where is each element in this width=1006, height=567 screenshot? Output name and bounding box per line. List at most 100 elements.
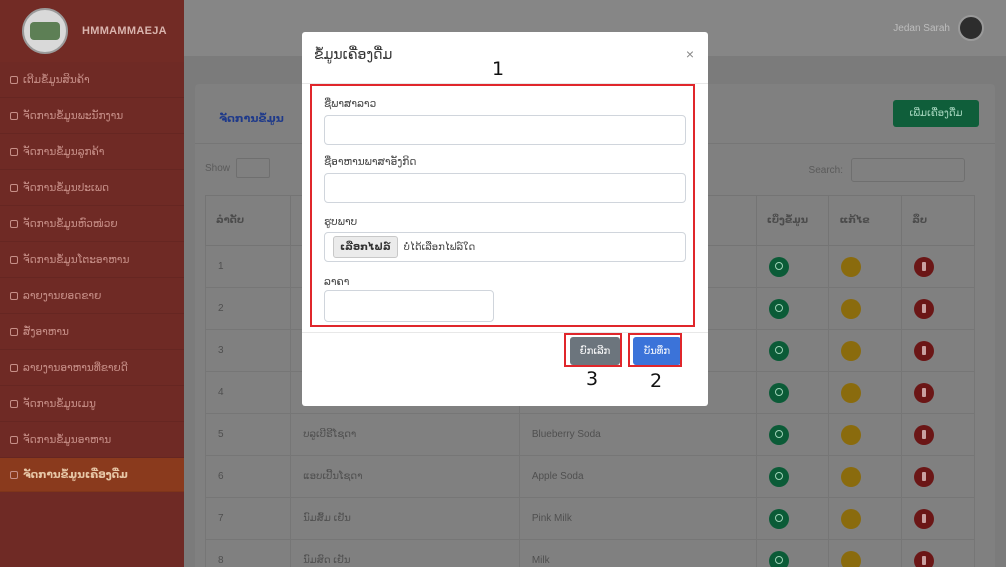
sidebar: HMMAMMAEJA ເຕີມຂໍ້ມູນສິນຄ້າ ຈັດການຂໍ້ມູນ…: [0, 0, 184, 567]
edit-icon[interactable]: [841, 256, 862, 277]
edit-icon[interactable]: [841, 550, 862, 567]
sidebar-item[interactable]: ເຕີມຂໍ້ມູນສິນຄ້າ: [0, 62, 184, 98]
add-drink-button[interactable]: ເພີ່ມເຄື່ອງດື່ມ: [893, 100, 979, 127]
cell-view: [755, 329, 830, 372]
cell-lao-name: ນົມສົ້ມ ເຢັນ: [290, 497, 520, 540]
brand-name: HMMAMMAEJA: [82, 25, 167, 37]
annotation-box-3: [564, 333, 622, 367]
cell-view: [755, 287, 830, 330]
sidebar-item-label: ຈັດການຂໍ້ມູນອາຫານ: [23, 433, 112, 446]
view-icon[interactable]: [768, 256, 789, 277]
cell-delete: [901, 329, 975, 372]
sidebar-item[interactable]: ຈັດການຂໍ້ມູນປະເພດ: [0, 170, 184, 206]
brand-logo: [22, 8, 68, 54]
card-title: ຈັດການຂໍ້ມູນ: [219, 113, 284, 125]
delete-icon[interactable]: [914, 466, 935, 487]
page-length-control: Show: [205, 158, 271, 178]
view-icon[interactable]: [768, 424, 789, 445]
sidebar-item-label: ຈັດການຂໍ້ມູນເຄື່ອງດື່ມ: [23, 468, 128, 481]
cell-lao-name: ນົມສົດ ເຢັນ: [290, 539, 520, 567]
sidebar-item-label: ສັ່ງອາຫານ: [23, 325, 69, 338]
sidebar-item-label: ຈັດການຂໍ້ມູນພະນັກງານ: [23, 109, 124, 122]
delete-icon[interactable]: [914, 340, 935, 361]
menu-icon: [10, 111, 18, 120]
annotation-number-1: 1: [492, 58, 505, 80]
sidebar-item[interactable]: ຈັດການຂໍ້ມູນຫົວໜ່ວຍ: [0, 206, 184, 242]
sidebar-item[interactable]: ຈັດການຂໍ້ມູນລູກຄ້າ: [0, 134, 184, 170]
cell-edit: [828, 455, 903, 498]
sidebar-item-label: ເຕີມຂໍ້ມູນສິນຄ້າ: [23, 73, 90, 86]
cell-view: [755, 371, 830, 414]
cell-edit: [828, 245, 903, 288]
sidebar-item-drinks[interactable]: ຈັດການຂໍ້ມູນເຄື່ອງດື່ມ: [0, 458, 184, 492]
menu-icon: [10, 291, 18, 300]
modal-title: ຂໍ້ມູນເຄື່ອງດື່ມ: [314, 46, 393, 62]
cell-no: 7: [204, 497, 292, 540]
cell-edit: [828, 413, 903, 456]
sidebar-item-label: ຈັດການຂໍ້ມູນຫົວໜ່ວຍ: [23, 217, 118, 230]
column-header-delete[interactable]: ລຶບ: [901, 195, 975, 246]
view-icon[interactable]: [768, 550, 789, 567]
delete-icon[interactable]: [914, 256, 935, 277]
view-icon[interactable]: [768, 298, 789, 319]
column-header-edit[interactable]: ແກ້ໄຂ: [828, 195, 903, 246]
cell-view: [755, 497, 830, 540]
cell-no: 1: [204, 245, 292, 288]
cell-eng-name: Milk: [518, 539, 757, 567]
delete-icon[interactable]: [914, 298, 935, 319]
sidebar-item[interactable]: ຈັດການຂໍ້ມູນພະນັກງານ: [0, 98, 184, 134]
delete-icon[interactable]: [914, 550, 935, 567]
search-input[interactable]: [851, 158, 965, 182]
sidebar-item-label: ຈັດການຂໍ້ມູນໂຕະອາຫານ: [23, 253, 130, 266]
edit-icon[interactable]: [841, 466, 862, 487]
table-row: 5 ບລູເບີຣີໂຊດາ Blueberry Soda: [204, 413, 975, 456]
search-label: Search:: [808, 164, 843, 176]
annotation-number-3: 3: [586, 368, 599, 390]
avatar[interactable]: [958, 15, 984, 41]
delete-icon[interactable]: [914, 424, 935, 445]
edit-icon[interactable]: [841, 424, 862, 445]
column-header-no[interactable]: ລຳດັບ: [204, 195, 292, 246]
close-icon[interactable]: ×: [686, 46, 694, 62]
cell-no: 5: [204, 413, 292, 456]
annotation-box-1: [310, 84, 695, 327]
cell-delete: [901, 455, 975, 498]
view-icon[interactable]: [768, 340, 789, 361]
user-name[interactable]: Jedan Sarah: [893, 23, 950, 34]
edit-icon[interactable]: [841, 382, 862, 403]
delete-icon[interactable]: [914, 508, 935, 529]
edit-icon[interactable]: [841, 508, 862, 529]
menu-icon: [10, 255, 18, 264]
page-length-select[interactable]: [236, 158, 271, 178]
sidebar-item[interactable]: ລາຍງານອາຫານທີ່ຂາຍດີ: [0, 350, 184, 386]
cell-edit: [828, 371, 903, 414]
edit-icon[interactable]: [841, 298, 862, 319]
menu-icon: [10, 363, 18, 372]
sidebar-item-label: ຈັດການຂໍ້ມູນປະເພດ: [23, 181, 110, 194]
edit-icon[interactable]: [841, 340, 862, 361]
view-icon[interactable]: [768, 508, 789, 529]
cell-view: [755, 539, 830, 567]
menu-icon: [10, 327, 18, 336]
sidebar-item-label: ລາຍງານອາຫານທີ່ຂາຍດີ: [23, 361, 128, 374]
annotation-number-2: 2: [650, 370, 663, 392]
cell-no: 6: [204, 455, 292, 498]
menu-icon: [10, 147, 18, 156]
view-icon[interactable]: [768, 466, 789, 487]
sidebar-item[interactable]: ສັ່ງອາຫານ: [0, 314, 184, 350]
sidebar-item[interactable]: ຈັດການຂໍ້ມູນເມນູ: [0, 386, 184, 422]
sidebar-item[interactable]: ຈັດການຂໍ້ມູນໂຕະອາຫານ: [0, 242, 184, 278]
menu-icon: [10, 219, 18, 228]
sidebar-item-label: ລາຍງານຍອດຂາຍ: [23, 289, 102, 302]
cell-delete: [901, 245, 975, 288]
delete-icon[interactable]: [914, 382, 935, 403]
cell-delete: [901, 539, 975, 567]
sidebar-item[interactable]: ລາຍງານຍອດຂາຍ: [0, 278, 184, 314]
cell-no: 4: [204, 371, 292, 414]
view-icon[interactable]: [768, 382, 789, 403]
cell-view: [755, 413, 830, 456]
brand[interactable]: HMMAMMAEJA: [0, 0, 184, 62]
sidebar-item[interactable]: ຈັດການຂໍ້ມູນອາຫານ: [0, 422, 184, 458]
column-header-view[interactable]: ເບິ່ງຂໍ້ມູນ: [755, 195, 830, 246]
table-row: 7 ນົມສົ້ມ ເຢັນ Pink Milk: [204, 497, 975, 540]
